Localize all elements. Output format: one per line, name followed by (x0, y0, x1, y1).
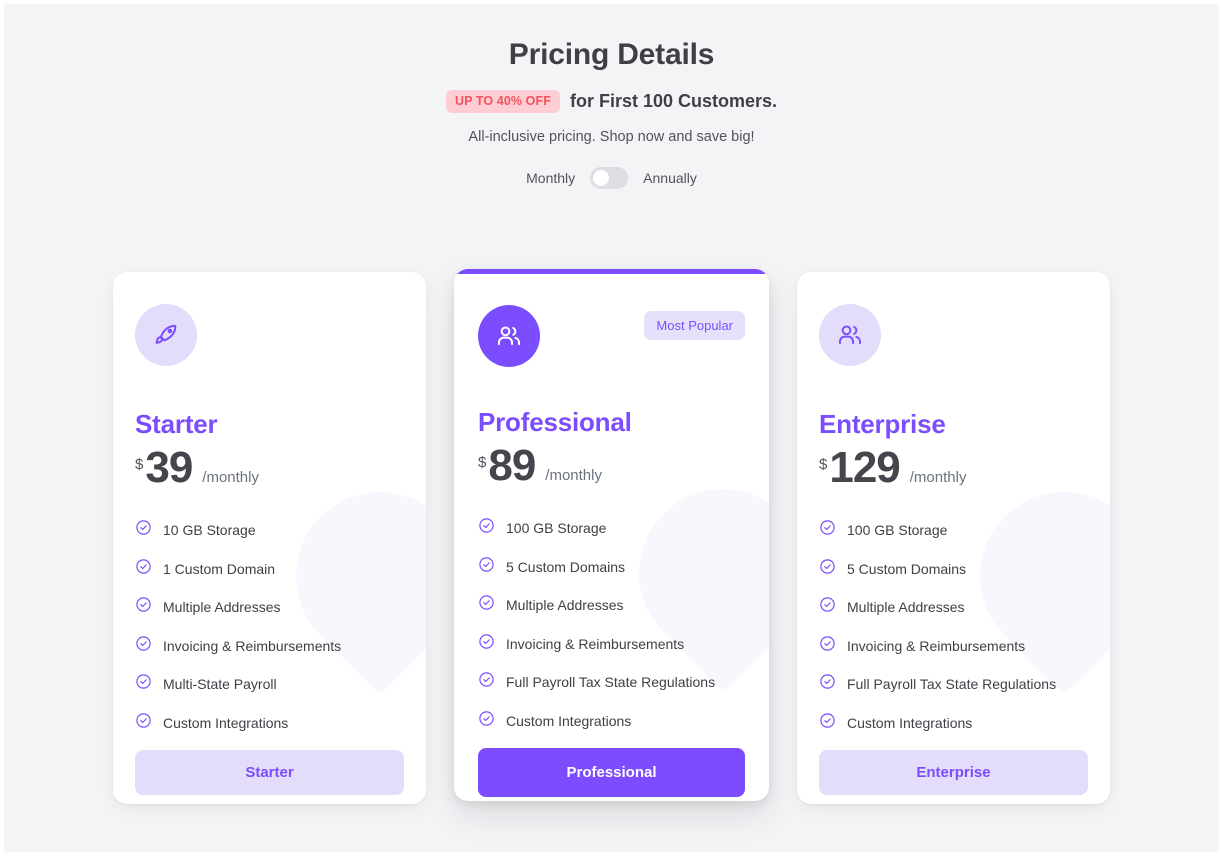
switch-knob (593, 169, 610, 186)
check-circle-icon (135, 519, 152, 541)
users-icon (478, 305, 540, 367)
list-item: Full Payroll Tax State Regulations (819, 673, 1088, 695)
rocket-icon (135, 304, 197, 366)
page-header: Pricing Details UP TO 40% OFF for First … (4, 4, 1219, 189)
price-amount: 129 (829, 443, 900, 492)
list-item: Invoicing & Reimbursements (135, 635, 404, 657)
price-amount: 89 (488, 441, 536, 490)
page-tagline: All-inclusive pricing. Shop now and save… (468, 128, 755, 145)
price-currency: $ (135, 456, 144, 473)
list-item: Multiple Addresses (135, 596, 404, 618)
check-circle-icon (478, 633, 495, 655)
plan-name: Starter (135, 409, 218, 439)
pricing-page: Pricing Details UP TO 40% OFF for First … (4, 4, 1219, 852)
pricing-card-professional[interactable]: Most Popular Professional $ 89 /monthly … (454, 269, 769, 801)
feature-label: Custom Integrations (506, 712, 632, 729)
list-item: 5 Custom Domains (478, 556, 745, 578)
check-circle-icon (819, 712, 836, 734)
toggle-label-annually[interactable]: Annually (643, 170, 697, 186)
featured-header-row: Most Popular (478, 305, 745, 367)
list-item: 100 GB Storage (478, 517, 745, 539)
pricing-cards: Starter $ 39 /monthly 10 GB Storage 1 Cu… (4, 269, 1219, 804)
feature-label: Invoicing & Reimbursements (847, 637, 1026, 654)
discount-line: UP TO 40% OFF for First 100 Customers. (4, 90, 1219, 113)
check-circle-icon (478, 517, 495, 539)
feature-label: Multiple Addresses (847, 599, 965, 615)
check-circle-icon (135, 596, 152, 618)
feature-label: Invoicing & Reimbursements (506, 635, 685, 652)
list-item: Custom Integrations (819, 712, 1088, 734)
discount-subline-text: for First 100 Customers. (569, 91, 778, 112)
feature-label: 5 Custom Domains (847, 560, 967, 577)
plan-name: Enterprise (819, 409, 946, 439)
list-item: 5 Custom Domains (819, 558, 1088, 580)
discount-badge: UP TO 40% OFF (445, 90, 560, 113)
feature-label: Custom Integrations (847, 714, 973, 731)
check-circle-icon (135, 635, 152, 657)
list-item: Invoicing & Reimbursements (478, 633, 745, 655)
list-item: Custom Integrations (135, 712, 404, 734)
billing-period-switch[interactable] (590, 166, 629, 189)
feature-label: Full Payroll Tax State Regulations (847, 676, 1057, 692)
most-popular-badge: Most Popular (644, 311, 745, 340)
list-item: 100 GB Storage (819, 519, 1088, 541)
select-plan-button-enterprise[interactable]: Enterprise (819, 750, 1088, 795)
feature-label: Invoicing & Reimbursements (163, 637, 342, 654)
pricing-card-enterprise[interactable]: Enterprise $ 129 /monthly 100 GB Storage… (797, 272, 1110, 804)
check-circle-icon (819, 673, 836, 695)
plan-price: $ 89 /monthly (478, 444, 745, 488)
list-item: 1 Custom Domain (135, 558, 404, 580)
check-circle-icon (135, 673, 152, 695)
feature-label: 1 Custom Domain (163, 560, 276, 577)
list-item: Multiple Addresses (819, 596, 1088, 618)
plan-price: $ 39 /monthly (135, 446, 404, 490)
feature-label: Multiple Addresses (506, 597, 624, 613)
list-item: Invoicing & Reimbursements (819, 635, 1088, 657)
price-currency: $ (478, 454, 487, 471)
list-item: Multiple Addresses (478, 594, 745, 616)
feature-label: 5 Custom Domains (506, 558, 626, 575)
check-circle-icon (478, 710, 495, 732)
feature-label: 100 GB Storage (847, 522, 948, 538)
list-item: Custom Integrations (478, 710, 745, 732)
feature-list: 10 GB Storage 1 Custom Domain Multiple A… (135, 519, 404, 734)
list-item: 10 GB Storage (135, 519, 404, 541)
price-period: /monthly (909, 469, 967, 486)
price-currency: $ (819, 456, 828, 473)
check-circle-icon (478, 594, 495, 616)
feature-label: Multi-State Payroll (163, 676, 277, 692)
plan-price: $ 129 /monthly (819, 446, 1088, 490)
price-period: /monthly (202, 469, 259, 486)
check-circle-icon (819, 519, 836, 541)
check-circle-icon (819, 596, 836, 618)
check-circle-icon (478, 671, 495, 693)
list-item: Full Payroll Tax State Regulations (478, 671, 745, 693)
feature-label: Full Payroll Tax State Regulations (506, 674, 716, 690)
price-amount: 39 (145, 443, 193, 492)
featured-accent-bar (454, 269, 769, 274)
users-icon (819, 304, 881, 366)
select-plan-button-starter[interactable]: Starter (135, 750, 404, 795)
check-circle-icon (478, 556, 495, 578)
feature-label: Custom Integrations (163, 714, 289, 731)
list-item: Multi-State Payroll (135, 673, 404, 695)
toggle-label-monthly[interactable]: Monthly (526, 170, 575, 186)
feature-list: 100 GB Storage 5 Custom Domains Multiple… (478, 517, 745, 732)
feature-list: 100 GB Storage 5 Custom Domains Multiple… (819, 519, 1088, 734)
page-title: Pricing Details (508, 38, 715, 71)
plan-name: Professional (478, 407, 632, 437)
feature-label: 10 GB Storage (163, 522, 256, 538)
check-circle-icon (135, 558, 152, 580)
check-circle-icon (819, 558, 836, 580)
price-period: /monthly (545, 467, 602, 484)
check-circle-icon (819, 635, 836, 657)
feature-label: Multiple Addresses (163, 599, 281, 615)
billing-period-toggle-row: Monthly Annually (4, 166, 1219, 189)
pricing-card-starter[interactable]: Starter $ 39 /monthly 10 GB Storage 1 Cu… (113, 272, 426, 804)
feature-label: 100 GB Storage (506, 520, 607, 536)
select-plan-button-professional[interactable]: Professional (478, 748, 745, 797)
check-circle-icon (135, 712, 152, 734)
